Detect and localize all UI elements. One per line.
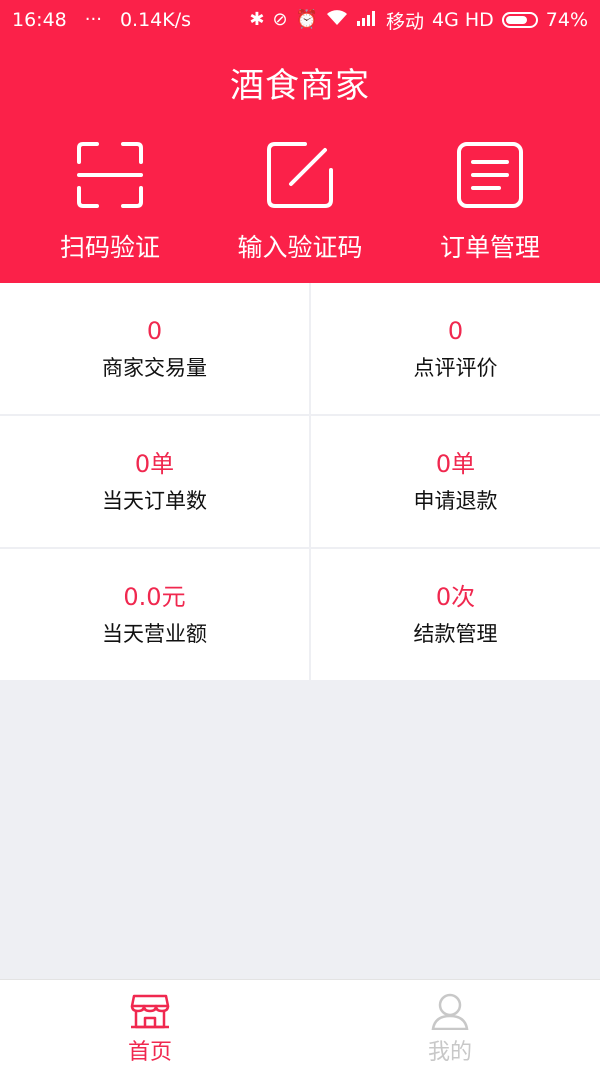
scan-verify-button[interactable]: 扫码验证 [10, 140, 210, 264]
tab-mine-label: 我的 [427, 1040, 472, 1065]
stat-label: 当天营业额 [102, 621, 207, 646]
stat-refund-requests[interactable]: 0单 申请退款 [311, 416, 600, 547]
scan-verify-label: 扫码验证 [59, 233, 160, 262]
stat-value: 0单 [134, 449, 175, 478]
network-speed: 0.14K/s [119, 9, 192, 31]
stat-value: 0.0元 [123, 582, 186, 611]
stat-label: 商家交易量 [102, 355, 207, 380]
order-manage-button[interactable]: 订单管理 [390, 140, 590, 264]
header: 酒食商家 扫码验证 输入验证码 订单管理 [0, 40, 600, 283]
alarm-icon: ⏰ [295, 9, 318, 30]
edit-icon [267, 142, 333, 208]
stat-settlement[interactable]: 0次 结款管理 [311, 549, 600, 680]
store-icon [130, 994, 170, 1029]
status-bar: 16:48 ··· 0.14K/s ✱ ⊘ ⏰ 移动 4G HD 74% [0, 0, 600, 40]
more-dots-icon: ··· [84, 9, 102, 30]
battery-icon [501, 12, 538, 28]
stat-value: 0单 [435, 449, 476, 478]
stat-today-revenue[interactable]: 0.0元 当天营业额 [0, 549, 309, 680]
page-title: 酒食商家 [230, 66, 370, 106]
stat-value: 0 [146, 316, 163, 345]
stat-reviews[interactable]: 0 点评评价 [311, 283, 600, 414]
stat-transaction-volume[interactable]: 0 商家交易量 [0, 283, 309, 414]
order-manage-label: 订单管理 [439, 233, 540, 262]
enter-code-button[interactable]: 输入验证码 [200, 140, 400, 264]
network-type: 4G HD [431, 9, 494, 31]
bottom-tab-bar: 首页 我的 [0, 979, 600, 1068]
quick-actions: 扫码验证 输入验证码 订单管理 [0, 140, 600, 265]
enter-code-label: 输入验证码 [237, 233, 363, 262]
tab-home[interactable]: 首页 [0, 980, 300, 1068]
signal-icon [356, 10, 378, 30]
stat-label: 当天订单数 [102, 488, 207, 513]
status-time: 16:48 [12, 9, 67, 31]
stat-value: 0次 [435, 582, 476, 611]
stat-label: 点评评价 [413, 355, 498, 380]
stat-label: 申请退款 [413, 488, 498, 513]
tab-home-label: 首页 [127, 1040, 172, 1065]
stat-label: 结款管理 [413, 621, 498, 646]
order-list-icon [457, 142, 523, 208]
battery-percent: 74% [545, 9, 588, 31]
carrier-name: 移动 [385, 10, 424, 33]
bluetooth-icon: ✱ [249, 9, 265, 30]
wifi-icon [326, 10, 348, 30]
tab-mine[interactable]: 我的 [300, 980, 600, 1068]
stat-today-orders[interactable]: 0单 当天订单数 [0, 416, 309, 547]
vibrate-off-icon: ⊘ [272, 9, 288, 30]
stats-grid: 0 商家交易量 0 点评评价 0单 当天订单数 0单 申请退款 0.0元 当天营… [0, 283, 600, 680]
scan-icon [77, 142, 143, 208]
stat-value: 0 [447, 316, 464, 345]
user-icon [431, 993, 469, 1030]
